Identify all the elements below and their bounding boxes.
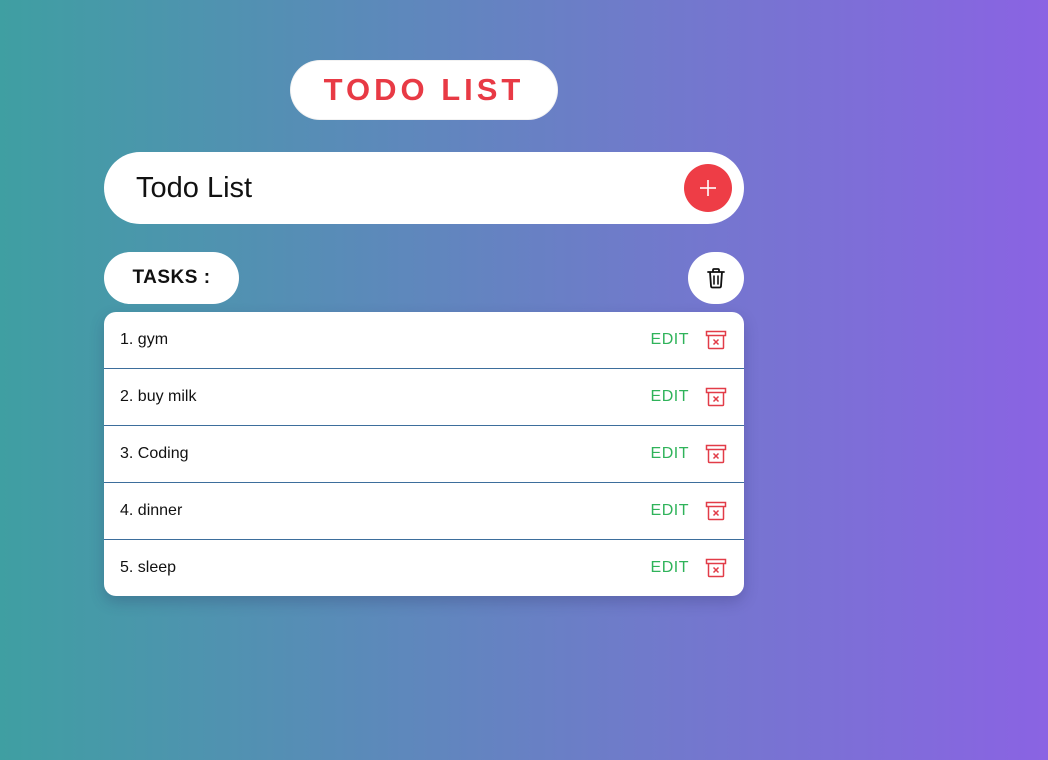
task-row: 5. sleep EDIT <box>104 540 744 596</box>
task-text: 5. sleep <box>120 559 177 576</box>
trash-icon <box>707 268 725 289</box>
delete-task-icon[interactable] <box>705 386 727 408</box>
new-task-input[interactable] <box>136 171 656 205</box>
task-text: 3. Coding <box>120 445 189 462</box>
edit-button[interactable]: EDIT <box>651 559 689 577</box>
add-task-button[interactable] <box>684 164 732 212</box>
task-row: 4. dinner EDIT <box>104 483 744 540</box>
task-text: 2. buy milk <box>120 388 197 405</box>
task-text: 4. dinner <box>120 502 183 519</box>
edit-button[interactable]: EDIT <box>651 388 689 406</box>
delete-task-icon[interactable] <box>705 557 727 579</box>
page-title: TODO LIST <box>323 72 525 107</box>
plus-icon <box>700 180 716 196</box>
delete-task-icon[interactable] <box>705 443 727 465</box>
task-list: 1. gym EDIT 2. buy milk EDIT 3. Coding E… <box>104 312 744 596</box>
delete-task-icon[interactable] <box>705 500 727 522</box>
task-text: 1. gym <box>120 331 169 348</box>
clear-all-button[interactable] <box>688 252 744 304</box>
task-row: 2. buy milk EDIT <box>104 369 744 426</box>
new-task-input-wrapper <box>104 152 744 224</box>
tasks-label: TASKS : <box>132 267 211 288</box>
task-row: 3. Coding EDIT <box>104 426 744 483</box>
task-row: 1. gym EDIT <box>104 312 744 369</box>
edit-button[interactable]: EDIT <box>651 502 689 520</box>
edit-button[interactable]: EDIT <box>651 331 689 349</box>
title-pill: TODO LIST <box>290 60 558 120</box>
delete-task-icon[interactable] <box>705 329 727 351</box>
tasks-label-pill: TASKS : <box>104 252 239 304</box>
edit-button[interactable]: EDIT <box>651 445 689 463</box>
